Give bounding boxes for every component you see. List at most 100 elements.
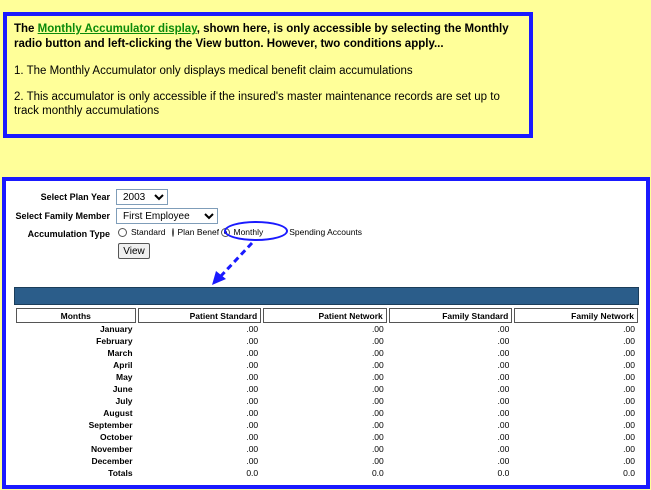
value-cell: .00 — [371, 408, 384, 418]
value-cell: .00 — [246, 384, 259, 394]
value-cell: .00 — [246, 444, 259, 454]
value-cell: .00 — [246, 408, 259, 418]
col-months: Months — [16, 308, 136, 323]
month-cell: March — [107, 348, 133, 358]
month-cell: April — [113, 360, 133, 370]
view-button[interactable]: View — [118, 243, 150, 259]
col-patient-network: Patient Network — [263, 308, 387, 323]
callout-lead: The Monthly Accumulator display, shown h… — [14, 22, 522, 52]
value-cell: .00 — [497, 372, 510, 382]
value-cell: .00 — [246, 348, 259, 358]
dashed-arrow-icon — [212, 241, 254, 285]
col-family-standard: Family Standard — [388, 308, 513, 323]
value-cell: .00 — [623, 432, 635, 442]
value-cell: .00 — [246, 324, 259, 334]
table-row: December .00 .00 .00 .00 — [16, 455, 638, 467]
col-family-network: Family Network — [514, 308, 638, 323]
col-patient-standard: Patient Standard — [137, 308, 262, 323]
value-cell: .00 — [246, 432, 259, 442]
value-cell: 0.0 — [371, 468, 384, 478]
value-cell: .00 — [371, 324, 384, 334]
value-cell: .00 — [623, 348, 635, 358]
value-cell: .00 — [623, 324, 635, 334]
value-cell: .00 — [497, 444, 510, 454]
month-cell: November — [90, 444, 133, 454]
value-cell: .00 — [246, 420, 259, 430]
value-cell: .00 — [246, 336, 259, 346]
radio-spending-accounts[interactable]: Spending Accounts — [289, 227, 362, 237]
table-row: Totals 0.0 0.0 0.0 0.0 — [16, 467, 638, 479]
value-cell: 0.0 — [497, 468, 510, 478]
value-cell: .00 — [623, 336, 635, 346]
value-cell: .00 — [623, 396, 635, 406]
value-cell: .00 — [371, 360, 384, 370]
month-cell: May — [116, 372, 133, 382]
table-row: October .00 .00 .00 .00 — [16, 431, 638, 443]
radio-standard-label: Standard — [131, 227, 166, 237]
radio-plan-benefit-label: Plan Benefit — [177, 227, 219, 237]
value-cell: .00 — [497, 324, 510, 334]
value-cell: .00 — [497, 336, 510, 346]
monthly-highlight-oval — [224, 221, 288, 241]
value-cell: .00 — [371, 372, 384, 382]
value-cell: .00 — [497, 396, 510, 406]
results-header-bar — [14, 287, 639, 305]
value-cell: .00 — [623, 384, 635, 394]
plan-year-select[interactable]: 2003 — [116, 189, 168, 205]
table-row: August .00 .00 .00 .00 — [16, 407, 638, 419]
monthly-accumulator-table: Months Patient Standard Patient Network … — [14, 308, 640, 479]
family-member-select[interactable]: First Employee — [116, 208, 218, 224]
value-cell: .00 — [371, 444, 384, 454]
value-cell: .00 — [246, 396, 259, 406]
radio-standard[interactable]: Standard — [118, 227, 166, 237]
month-cell: February — [96, 336, 133, 346]
plan-year-label: Select Plan Year — [40, 192, 110, 202]
month-cell: Totals — [108, 468, 133, 478]
value-cell: .00 — [371, 432, 384, 442]
value-cell: .00 — [497, 420, 510, 430]
month-cell: August — [103, 408, 133, 418]
value-cell: .00 — [497, 348, 510, 358]
value-cell: .00 — [371, 348, 384, 358]
value-cell: .00 — [246, 360, 259, 370]
value-cell: .00 — [371, 396, 384, 406]
radio-plan-benefit-circle — [171, 227, 174, 237]
table-row: March .00 .00 .00 .00 — [16, 347, 638, 359]
accumulation-type-label: Accumulation Type — [27, 229, 110, 239]
value-cell: .00 — [371, 456, 384, 466]
condition-1: 1. The Monthly Accumulator only displays… — [14, 65, 413, 77]
value-cell: .00 — [623, 408, 635, 418]
table-row: July .00 .00 .00 .00 — [16, 395, 638, 407]
radio-spending-label: Spending Accounts — [289, 227, 363, 237]
value-cell: .00 — [246, 456, 259, 466]
table-header-row: Months Patient Standard Patient Network … — [16, 308, 638, 323]
value-cell: .00 — [497, 360, 510, 370]
value-cell: .00 — [623, 444, 635, 454]
value-cell: .00 — [497, 456, 510, 466]
value-cell: .00 — [497, 432, 510, 442]
value-cell: .00 — [623, 360, 635, 370]
value-cell: .00 — [246, 372, 259, 382]
month-cell: October — [99, 432, 133, 442]
month-cell: December — [91, 456, 133, 466]
value-cell: 0.0 — [246, 468, 259, 478]
monthly-accumulator-link[interactable]: Monthly Accumulator display — [38, 23, 197, 35]
table-row: January .00 .00 .00 .00 — [16, 323, 638, 335]
accumulator-panel: Select Plan Year 2003 Select Family Memb… — [2, 177, 650, 489]
callout-lead-prefix: The — [14, 23, 38, 35]
family-member-label: Select Family Member — [15, 211, 110, 221]
radio-standard-circle — [118, 227, 127, 237]
radio-plan-benefit[interactable]: Plan Benefit — [171, 227, 219, 237]
month-cell: January — [99, 324, 133, 334]
table-row: June .00 .00 .00 .00 — [16, 383, 638, 395]
table-row: September .00 .00 .00 .00 — [16, 419, 638, 431]
instruction-callout: The Monthly Accumulator display, shown h… — [3, 12, 533, 138]
value-cell: .00 — [497, 408, 510, 418]
condition-2: 2. This accumulator is only accessible i… — [14, 91, 500, 117]
value-cell: .00 — [497, 384, 510, 394]
month-cell: July — [115, 396, 133, 406]
table-row: February .00 .00 .00 .00 — [16, 335, 638, 347]
value-cell: .00 — [623, 372, 635, 382]
value-cell: 0.0 — [623, 468, 635, 478]
table-row: April .00 .00 .00 .00 — [16, 359, 638, 371]
